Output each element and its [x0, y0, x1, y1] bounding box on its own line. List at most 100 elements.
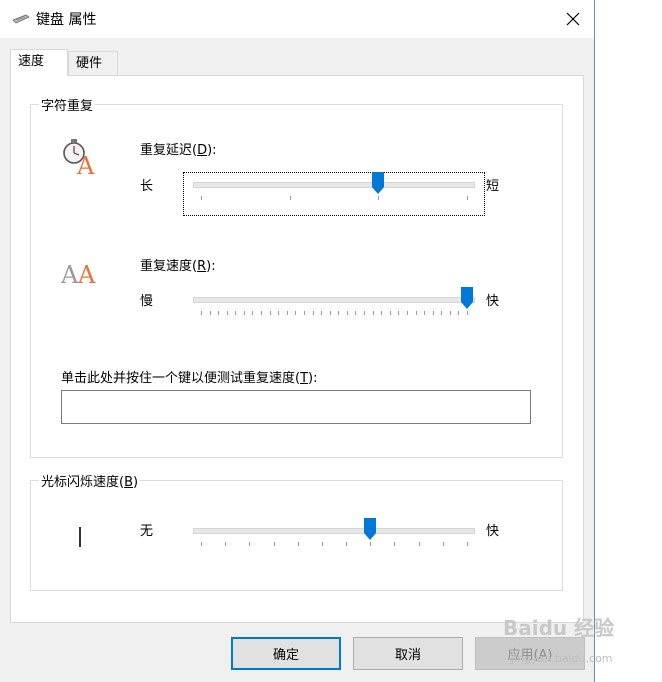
repeat-delay-min-label: 长	[140, 179, 154, 194]
slider-tick	[394, 542, 396, 546]
slider-thumb[interactable]	[364, 518, 377, 540]
repeat-rate-label: 重复速度(R):	[140, 255, 216, 274]
slider-track	[193, 528, 475, 534]
tab-hardware[interactable]: 硬件	[68, 51, 118, 75]
slider-tick	[218, 311, 220, 315]
slider-tick	[297, 542, 299, 546]
slider-tick	[252, 311, 254, 315]
repeat-rate-min-label: 慢	[140, 294, 154, 309]
slider-tick	[432, 311, 434, 315]
slider-tick	[286, 311, 288, 315]
slider-tick	[467, 311, 468, 315]
slider-tick	[442, 542, 444, 546]
slider-ticks	[193, 196, 475, 202]
repeat-rate-icon: A A	[61, 261, 96, 286]
slider-tick	[278, 311, 280, 315]
repeat-rate-label-suffix: ):	[206, 259, 216, 274]
svg-text:A: A	[76, 152, 95, 176]
slider-thumb[interactable]	[372, 172, 385, 194]
close-icon	[566, 12, 580, 26]
slider-tick	[226, 311, 228, 315]
slider-tick	[201, 542, 202, 546]
slider-tick	[261, 311, 263, 315]
slider-tick	[225, 542, 227, 546]
slider-ticks	[193, 542, 475, 548]
slider-tick	[370, 542, 372, 546]
svg-text:A: A	[77, 261, 96, 286]
repeat-rate-slider[interactable]	[193, 287, 475, 323]
slider-tick	[295, 311, 297, 315]
slider-track	[193, 297, 475, 303]
slider-tick	[355, 311, 357, 315]
slider-tick	[312, 311, 314, 315]
slider-thumb[interactable]	[461, 287, 473, 309]
keyboard-icon	[12, 14, 30, 24]
slider-tick	[303, 311, 305, 315]
repeat-delay-label: 重复延迟(D):	[140, 139, 217, 158]
slider-tick	[273, 542, 275, 546]
slider-tick	[338, 311, 340, 315]
slider-tick	[249, 542, 251, 546]
close-button[interactable]	[552, 0, 594, 38]
slider-tick	[209, 311, 211, 315]
slider-tick	[269, 311, 271, 315]
repeat-delay-label-prefix: 重复延迟(	[140, 143, 198, 158]
slider-tick	[329, 311, 331, 315]
slider-tick	[346, 542, 348, 546]
repeat-delay-label-suffix: ):	[207, 143, 217, 158]
repeat-test-access-key: T	[300, 371, 309, 386]
slider-tick	[467, 196, 468, 200]
repeat-test-label-suffix: ):	[308, 371, 318, 386]
slider-tick	[406, 311, 408, 315]
cursor-blink-title-suffix: )	[133, 475, 139, 490]
slider-tick	[243, 311, 245, 315]
slider-tick	[441, 311, 443, 315]
slider-tick	[321, 311, 323, 315]
cursor-blink-min-label: 无	[140, 524, 154, 539]
watermark-text: Baidu 经验	[503, 616, 615, 640]
slider-tick	[201, 196, 202, 200]
keyboard-properties-window: 键盘 属性 速度 硬件 字符重复 A 重复延迟(D): 长 短 A A 重复速度…	[0, 0, 595, 682]
slider-ticks	[193, 311, 475, 317]
slider-tick	[389, 311, 391, 315]
repeat-delay-slider[interactable]	[193, 172, 475, 208]
watermark-sub: jingyan.baidu.com	[511, 652, 613, 665]
repeat-rate-access-key: R	[197, 259, 207, 274]
repeat-rate-max-label: 快	[486, 294, 500, 309]
baidu-watermark: Baidu 经验 jingyan.baidu.com	[503, 612, 633, 666]
repeat-rate-label-prefix: 重复速度(	[140, 259, 198, 274]
repeat-delay-icon: A	[63, 139, 95, 176]
slider-tick	[449, 311, 451, 315]
slider-tick	[378, 196, 380, 200]
cancel-button[interactable]: 取消	[353, 637, 463, 670]
cursor-preview	[79, 527, 81, 547]
cursor-blink-title-prefix: 光标闪烁速度(	[41, 475, 125, 490]
slider-tick	[398, 311, 400, 315]
repeat-test-input[interactable]	[61, 390, 531, 424]
slider-tick	[418, 542, 420, 546]
slider-tick	[201, 311, 202, 315]
slider-tick	[458, 311, 460, 315]
repeat-delay-access-key: D	[197, 143, 208, 158]
cursor-blink-access-key: B	[124, 475, 133, 490]
ok-button[interactable]: 确定	[231, 637, 341, 670]
group-title-cursor-blink: 光标闪烁速度(B)	[39, 471, 141, 490]
slider-tick	[235, 311, 237, 315]
slider-tick	[415, 311, 417, 315]
slider-tick	[372, 311, 374, 315]
cursor-blink-slider[interactable]	[193, 518, 475, 554]
tab-speed[interactable]: 速度	[10, 49, 68, 76]
slider-tick	[289, 196, 291, 200]
svg-text:A: A	[61, 261, 79, 286]
slider-track	[193, 182, 475, 188]
repeat-test-label: 单击此处并按住一个键以便测试重复速度(T):	[61, 367, 317, 386]
slider-tick	[424, 311, 426, 315]
slider-tick	[321, 542, 323, 546]
slider-tick	[346, 311, 348, 315]
group-title-character-repeat: 字符重复	[39, 95, 96, 114]
repeat-delay-max-label: 短	[486, 179, 500, 194]
slider-tick	[381, 311, 383, 315]
window-title: 键盘 属性	[36, 12, 97, 28]
cursor-blink-max-label: 快	[486, 524, 500, 539]
slider-tick	[467, 542, 468, 546]
